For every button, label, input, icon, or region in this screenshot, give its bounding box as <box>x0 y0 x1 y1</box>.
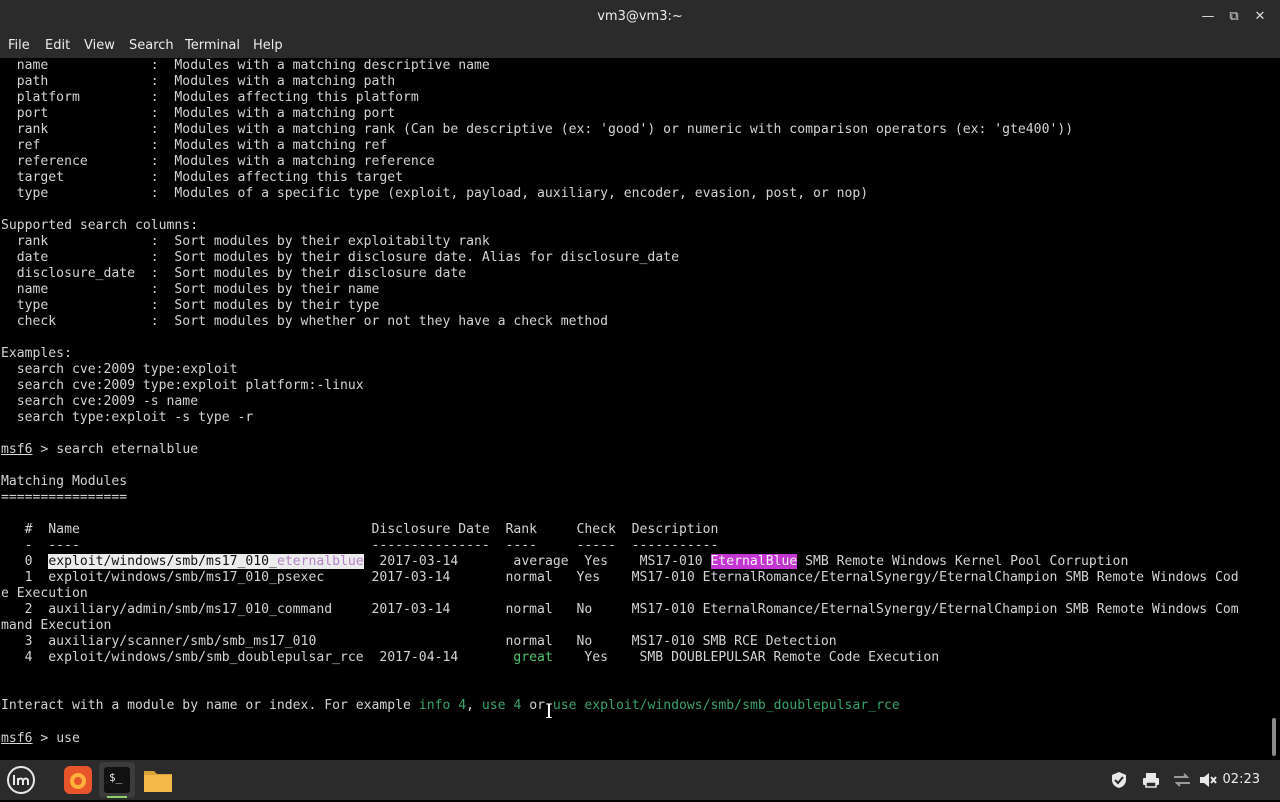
terminal-line: reference : Modules with a matching refe… <box>1 154 435 169</box>
terminal-line: search cve:2009 -s name <box>1 394 199 409</box>
network-icon[interactable] <box>1172 771 1192 789</box>
terminal-scrollbar[interactable] <box>1268 58 1280 760</box>
window-title: vm3@vm3:~ <box>597 9 683 24</box>
firefox-icon <box>64 766 92 794</box>
terminal-line: search type:exploit -s type -r <box>1 410 254 425</box>
text-cursor <box>81 730 89 744</box>
terminal-text-segment: great <box>513 650 553 665</box>
terminal-line: check : Sort modules by whether or not t… <box>1 314 608 329</box>
terminal-line: msf6 > use <box>1 730 89 746</box>
terminal-text-segment: EternalBlue <box>710 554 798 569</box>
terminal-line: ref : Modules with a matching ref <box>1 138 388 153</box>
terminal-line: 3 auxiliary/scanner/smb/smb_ms17_010 nor… <box>1 634 837 649</box>
files-launcher[interactable] <box>140 762 176 798</box>
terminal-line: type : Modules of a specific type (explo… <box>1 186 869 201</box>
mint-menu-button[interactable] <box>3 762 39 798</box>
volume-muted-icon[interactable] <box>1198 771 1218 789</box>
mint-logo-icon <box>7 766 35 794</box>
terminal-line: # Name Disclosure Date Rank Check Descri… <box>1 522 719 537</box>
terminal-text-segment: use 4 <box>481 698 522 713</box>
active-app-indicator <box>107 796 127 798</box>
firefox-launcher[interactable] <box>60 762 96 798</box>
terminal-line: search cve:2009 type:exploit platform:-l… <box>1 378 364 393</box>
maximize-button[interactable]: ⧉ <box>1224 7 1244 27</box>
terminal-text-segment: 0 <box>1 554 49 569</box>
terminal-line: target : Modules affecting this target <box>1 170 404 185</box>
printer-icon[interactable] <box>1142 771 1160 789</box>
terminal-line: e Execution <box>1 586 88 601</box>
terminal-text-segment: eternalblue <box>276 554 364 569</box>
terminal-text-segment: Yes SMB DOUBLEPULSAR Remote Code Executi… <box>552 650 940 665</box>
menu-edit[interactable]: Edit <box>45 38 70 53</box>
terminal-text-segment: exploit/windows/smb/ms17_010_ <box>48 554 277 569</box>
terminal-text-segment: , <box>466 698 482 713</box>
terminal-line: name : Sort modules by their name <box>1 282 380 297</box>
terminal-text-segment: Interact with a module by name or index.… <box>1 698 419 713</box>
window-titlebar: vm3@vm3:~ — ⧉ ✕ <box>0 0 1280 34</box>
shield-icon[interactable] <box>1110 771 1128 789</box>
menubar: File Edit View Search Terminal Help <box>0 34 1280 58</box>
terminal-output[interactable]: name : Modules with a matching descripti… <box>0 58 1268 760</box>
terminal-line: mand Execution <box>1 618 112 633</box>
terminal-line: 2 auxiliary/admin/smb/ms17_010_command 2… <box>1 602 1239 617</box>
menu-file[interactable]: File <box>8 38 30 53</box>
terminal-text-segment: > search eternalblue <box>32 442 199 457</box>
terminal-launcher[interactable]: $_ <box>99 762 135 798</box>
terminal-line: Examples: <box>1 346 72 361</box>
taskbar: $_ 02:23 <box>0 760 1280 800</box>
terminal-line: type : Sort modules by their type <box>1 298 380 313</box>
menu-view[interactable]: View <box>84 38 115 53</box>
terminal-text-segment: msf6 <box>1 442 33 457</box>
folder-icon <box>144 771 172 792</box>
terminal-line: 4 exploit/windows/smb/smb_doublepulsar_r… <box>1 650 939 666</box>
terminal-line: Matching Modules <box>1 474 128 489</box>
menu-terminal[interactable]: Terminal <box>185 38 240 53</box>
clock[interactable]: 02:23 <box>1223 772 1260 787</box>
terminal-line: 0 exploit/windows/smb/ms17_010_eternalbl… <box>1 554 1128 570</box>
terminal-line: - ---- --------------- ---- ----- ------… <box>1 538 719 553</box>
terminal-text-segment: 2017-03-14 average Yes MS17-010 <box>363 554 711 569</box>
terminal-line: Supported search columns: <box>1 218 199 233</box>
terminal-text-segment: > use <box>32 731 80 746</box>
terminal-text-segment: 4 exploit/windows/smb/smb_doublepulsar_r… <box>1 650 514 665</box>
minimize-button[interactable]: — <box>1198 7 1218 27</box>
terminal-icon-label: $_ <box>109 771 123 784</box>
scrollbar-thumb[interactable] <box>1272 718 1276 756</box>
terminal-line: 1 exploit/windows/smb/ms17_010_psexec 20… <box>1 570 1239 585</box>
terminal-text-segment: SMB Remote Windows Kernel Pool Corruptio… <box>797 554 1129 569</box>
terminal-line: name : Modules with a matching descripti… <box>1 58 490 73</box>
terminal-line: rank : Modules with a matching rank (Can… <box>1 122 1074 137</box>
terminal-line: rank : Sort modules by their exploitabil… <box>1 234 490 249</box>
terminal-line: port : Modules with a matching port <box>1 106 396 121</box>
terminal-line: ================ <box>1 490 128 505</box>
terminal-line: path : Modules with a matching path <box>1 74 396 89</box>
terminal-text-segment: info 4 <box>418 698 467 713</box>
terminal-line: search cve:2009 type:exploit <box>1 362 238 377</box>
terminal-text-segment: use exploit/windows/smb/smb_doublepulsar… <box>552 698 900 713</box>
menu-help[interactable]: Help <box>253 38 283 53</box>
terminal-line: disclosure_date : Sort modules by their … <box>1 266 467 281</box>
mouse-ibeam-cursor-icon: I <box>545 699 553 723</box>
terminal-line: Interact with a module by name or index.… <box>1 698 900 714</box>
menu-search[interactable]: Search <box>129 38 174 53</box>
terminal-line: msf6 > search eternalblue <box>1 442 198 458</box>
close-button[interactable]: ✕ <box>1250 7 1270 27</box>
terminal-text-segment: msf6 <box>1 731 33 746</box>
terminal-line: date : Sort modules by their disclosure … <box>1 250 679 265</box>
terminal-line: platform : Modules affecting this platfo… <box>1 90 419 105</box>
